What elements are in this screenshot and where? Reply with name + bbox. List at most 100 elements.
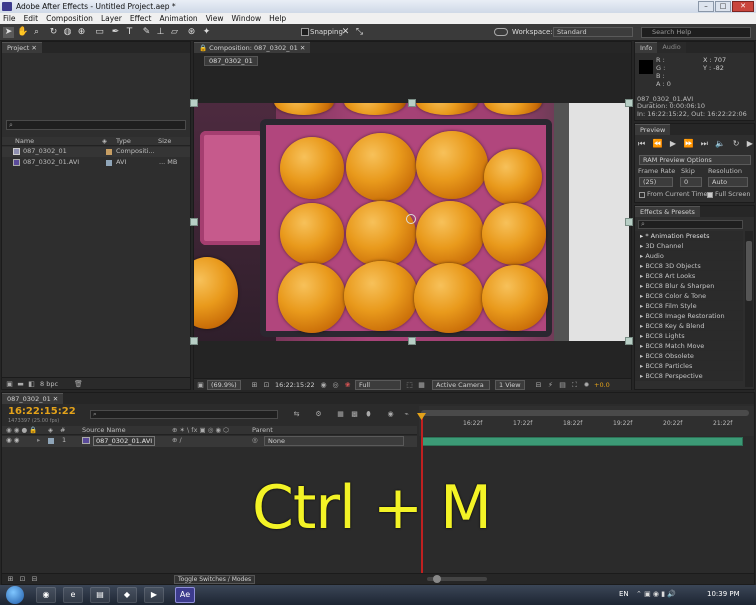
transfer-controls-icon[interactable]: ⊡ [18, 575, 27, 583]
puppet-tool-icon[interactable]: ✦ [201, 27, 212, 38]
full-screen-checkbox[interactable] [707, 192, 713, 198]
new-folder-icon[interactable]: ▬ [16, 380, 25, 388]
menu-help[interactable]: Help [266, 13, 289, 24]
effects-category[interactable]: ▸ BCC8 Art Looks [635, 271, 743, 281]
maximize-button[interactable]: □ [715, 1, 731, 12]
transform-handle[interactable] [190, 337, 198, 345]
skip-dropdown[interactable]: 0 [680, 177, 702, 187]
column-parent[interactable]: Parent [252, 426, 273, 435]
timeline-current-time[interactable]: 16:22:15:22 [8, 406, 76, 417]
hand-tool-icon[interactable]: ✋ [17, 27, 28, 38]
menu-composition[interactable]: Composition [43, 13, 96, 24]
layer-duration-bar[interactable] [421, 437, 743, 446]
bit-depth-label[interactable]: 8 bpc [40, 380, 58, 388]
snap-mode-icon[interactable]: ✕ [340, 27, 351, 38]
region-of-interest-icon[interactable]: ⬚ [405, 381, 414, 389]
zoom-tool-icon[interactable]: ⌕ [31, 27, 42, 38]
eraser-tool-icon[interactable]: ▱ [169, 27, 180, 38]
current-time-display[interactable]: 16:22:15:22 [275, 381, 315, 389]
pan-behind-tool-icon[interactable]: ⊕ [76, 27, 87, 38]
transform-handle[interactable] [190, 99, 198, 107]
loop-icon[interactable]: ↻ [733, 139, 740, 149]
in-out-toggle-icon[interactable]: ⊟ [30, 575, 39, 583]
menu-file[interactable]: File [0, 13, 19, 24]
firefox-taskbar-icon[interactable]: ◉ [36, 587, 56, 603]
always-preview-icon[interactable]: ▣ [196, 381, 205, 389]
tab-composition[interactable]: 🔒 Composition: 087_0302_01 ✕ [194, 42, 311, 53]
tab-audio[interactable]: Audio [657, 42, 686, 53]
snap-option-icon[interactable]: ⤡ [354, 27, 365, 38]
effects-search-input[interactable]: ⌕ [638, 220, 743, 229]
effects-category[interactable]: ▸ BCC8 Key & Blend [635, 321, 743, 331]
rotate-tool-icon[interactable]: ↻ [48, 27, 59, 38]
app-taskbar-icon[interactable]: ◆ [117, 587, 137, 603]
workspace-toggle-icon[interactable] [494, 28, 508, 36]
frame-blending-icon[interactable]: ⬮ [364, 410, 373, 418]
layer-row[interactable]: ◉ ◉ ▸ 1 087_0302_01.AVI ⊕ / ◎ None [2, 436, 417, 447]
composition-subtab[interactable]: 087_0302_01 [204, 56, 258, 66]
motion-blur-icon[interactable]: ◉ [386, 410, 395, 418]
resolution-dropdown[interactable]: Full [355, 380, 401, 390]
transform-handle[interactable] [190, 218, 198, 226]
toggle-pixel-aspect-icon[interactable]: ⊟ [534, 381, 543, 389]
time-ruler[interactable]: 16:22f 17:22f 18:22f 19:22f 20:22f 21:22… [419, 406, 754, 436]
comp-mini-flowchart-icon[interactable]: ⇆ [292, 410, 301, 418]
menu-view[interactable]: View [203, 13, 227, 24]
magnification-dropdown[interactable]: (69.9%) [207, 380, 241, 390]
previous-frame-icon[interactable]: ⏪ [653, 139, 663, 149]
search-help-input[interactable]: Search Help [641, 27, 751, 38]
anchor-point-icon[interactable] [406, 214, 416, 224]
interpret-footage-icon[interactable]: ▣ [5, 380, 14, 388]
effects-category[interactable]: ▸ BCC8 Image Restoration [635, 311, 743, 321]
effects-category[interactable]: ▸ Audio [635, 251, 743, 261]
next-frame-icon[interactable]: ⏩ [683, 139, 693, 149]
transform-handle[interactable] [625, 218, 633, 226]
transform-handle[interactable] [408, 337, 416, 345]
show-snapshot-icon[interactable]: ◎ [331, 381, 340, 389]
brush-tool-icon[interactable]: ✎ [141, 27, 152, 38]
app-taskbar-icon[interactable]: ▶ [144, 587, 164, 603]
transform-handle[interactable] [625, 99, 633, 107]
ram-preview-options-dropdown[interactable]: RAM Preview Options [639, 155, 751, 165]
last-frame-icon[interactable]: ⏭ [701, 139, 708, 149]
draft-3d-icon[interactable]: ▦ [336, 410, 345, 418]
column-source-name[interactable]: Source Name [82, 426, 126, 435]
new-composition-icon[interactable]: ◧ [27, 380, 36, 388]
effects-category[interactable]: ▸ BCC8 Particles [635, 361, 743, 371]
label-column-icon[interactable]: ◈ [102, 137, 107, 146]
roto-brush-tool-icon[interactable]: ⊛ [186, 27, 197, 38]
from-current-time-checkbox[interactable] [639, 192, 645, 198]
channel-icon[interactable]: ❀ [343, 381, 352, 389]
transparency-grid-icon[interactable]: ▦ [417, 381, 426, 389]
effects-scrollbar[interactable] [745, 231, 753, 387]
menu-animation[interactable]: Animation [156, 13, 200, 24]
column-size[interactable]: Size [158, 137, 171, 146]
tab-effects-presets[interactable]: Effects & Presets [635, 206, 700, 217]
language-indicator[interactable]: EN [619, 590, 629, 598]
timeline-icon[interactable]: ▤ [558, 381, 567, 389]
flowchart-icon[interactable]: ⛶ [570, 381, 579, 389]
project-search-input[interactable]: ⌕ [6, 120, 186, 130]
close-button[interactable]: ✕ [732, 1, 754, 12]
camera-tool-icon[interactable]: ◍ [62, 27, 73, 38]
snapshot-icon[interactable]: ◉ [319, 381, 328, 389]
clone-stamp-tool-icon[interactable]: ⊥ [155, 27, 166, 38]
layer-visibility-icon[interactable]: ◉ ◉ [6, 436, 19, 445]
internet-explorer-taskbar-icon[interactable]: e [63, 587, 83, 603]
effects-category[interactable]: ▸ BCC8 Obsolete [635, 351, 743, 361]
column-name[interactable]: Name [15, 137, 34, 146]
mask-visibility-icon[interactable]: ⊡ [262, 381, 271, 389]
effects-category[interactable]: ▸ BCC8 3D Objects [635, 261, 743, 271]
layer-switches[interactable]: ⊕ / [172, 436, 182, 445]
parent-dropdown[interactable]: None [264, 436, 404, 446]
fast-previews-icon[interactable]: ⚡ [546, 381, 555, 389]
play-icon[interactable]: ▶ [670, 139, 676, 149]
ram-preview-icon[interactable]: ▶ [747, 139, 753, 149]
project-item[interactable]: 087_0302_01.AVI AVI ... MB [2, 158, 190, 168]
zoom-slider-thumb[interactable] [433, 575, 441, 583]
clock[interactable]: 10:39 PM [707, 590, 740, 598]
tab-info[interactable]: Info [635, 42, 658, 53]
explorer-taskbar-icon[interactable]: ▤ [90, 587, 110, 603]
selection-tool-icon[interactable]: ➤ [3, 27, 14, 38]
effects-category[interactable]: ▸ 3D Channel [635, 241, 743, 251]
